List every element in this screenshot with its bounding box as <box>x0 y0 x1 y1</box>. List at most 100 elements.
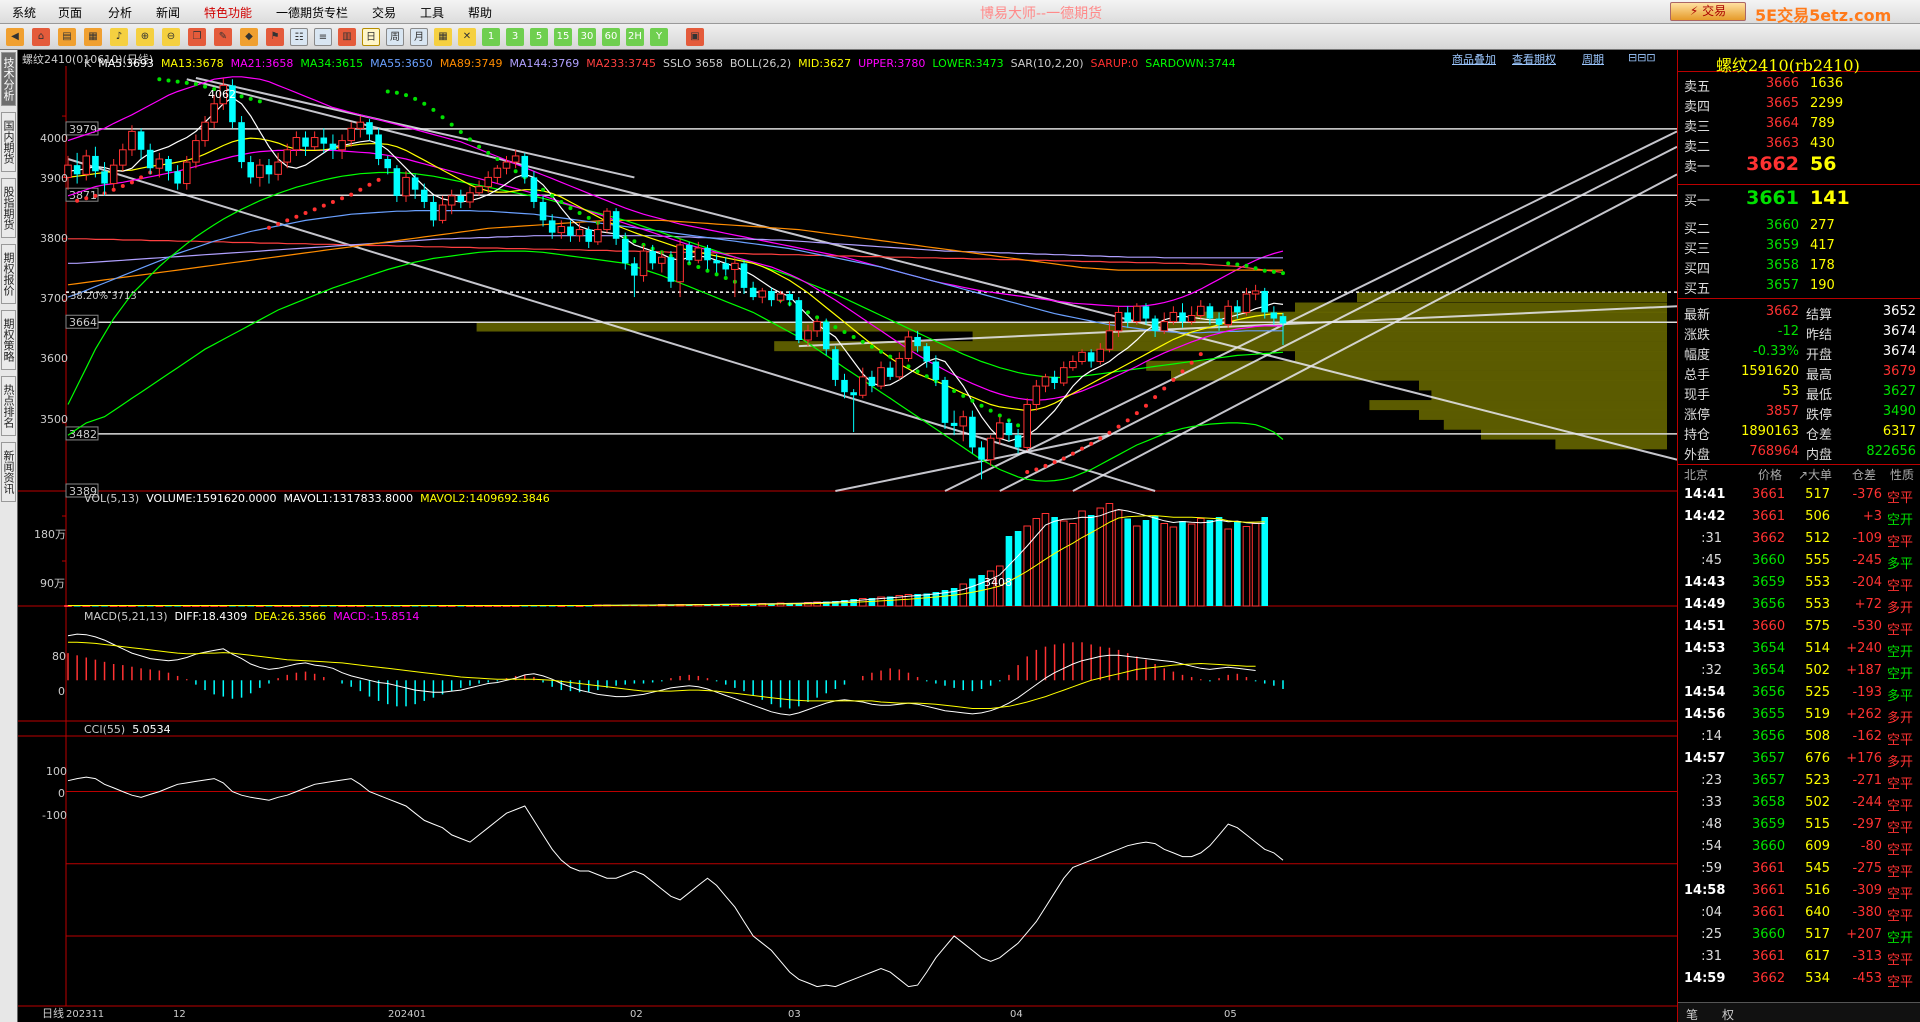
volume-bar <box>1224 528 1232 607</box>
candle-body <box>1179 312 1186 322</box>
sar-up-dot <box>294 214 299 219</box>
tick-row[interactable]: :31 3662 512 -109 空平 <box>1678 528 1920 550</box>
tick-row[interactable]: :31 3661 617 -313 空平 <box>1678 946 1920 968</box>
bid-row[interactable]: 买一 3661 141 <box>1678 187 1920 209</box>
menu-trade[interactable]: 交易 <box>372 4 396 21</box>
chart-icon[interactable]: ▥ <box>338 28 356 46</box>
tab-rights[interactable]: 权 <box>1722 1006 1734 1022</box>
menu-page[interactable]: 页面 <box>58 4 82 21</box>
tab-trades[interactable]: 笔 <box>1686 1006 1698 1022</box>
tab-hot-ranking[interactable]: 热点排名 <box>1 376 16 436</box>
tick-row[interactable]: :48 3659 515 -297 空平 <box>1678 814 1920 836</box>
menu-news[interactable]: 新闻 <box>156 4 180 21</box>
bid-row[interactable]: 买三 3659 417 <box>1678 236 1920 257</box>
period-1min-button[interactable]: 1 <box>482 28 500 46</box>
tick-row[interactable]: :25 3660 517 +207 空开 <box>1678 924 1920 946</box>
trade-button[interactable]: ⚡ 交易 <box>1670 2 1746 21</box>
ask-row[interactable]: 卖一 3662 56 <box>1678 153 1920 175</box>
windows-icon[interactable]: ❐ <box>188 28 206 46</box>
link-view-options[interactable]: 查看期权 <box>1512 51 1556 67</box>
folder-icon[interactable]: ▤ <box>58 28 76 46</box>
zoom-out-icon[interactable]: ⊖ <box>162 28 180 46</box>
tick-row[interactable]: 14:51 3660 575 -530 空平 <box>1678 616 1920 638</box>
kline-chart[interactable]: 39793871366434823389 4000 3900 3800 3700… <box>18 66 1677 1022</box>
bid-row[interactable]: 买二 3660 277 <box>1678 216 1920 237</box>
period-week-button[interactable]: 周 <box>386 28 404 46</box>
tick-row[interactable]: 14:57 3657 676 +176 多开 <box>1678 748 1920 770</box>
menu-special-features[interactable]: 特色功能 <box>204 4 252 21</box>
tick-row[interactable]: 14:59 3662 534 -453 空平 <box>1678 968 1920 990</box>
link-overlay-commodity[interactable]: 商品叠加 <box>1452 51 1496 67</box>
table-icon[interactable]: ☷ <box>290 28 308 46</box>
window-layout-icon[interactable]: ⊟⊟⊡ <box>1628 51 1656 64</box>
tab-technical-analysis[interactable]: 技术分析 <box>1 52 16 106</box>
tick-row[interactable]: 14:53 3654 514 +240 空开 <box>1678 638 1920 660</box>
tick-nature: 空平 <box>1887 865 1914 880</box>
bell-icon[interactable]: ♪ <box>110 28 128 46</box>
back-arrow-icon[interactable]: ◀ <box>6 28 24 46</box>
tick-row[interactable]: :32 3654 502 +187 空开 <box>1678 660 1920 682</box>
home-icon[interactable]: ⌂ <box>32 28 50 46</box>
sar-down-dot <box>440 115 445 120</box>
tick-row[interactable]: :14 3656 508 -162 空平 <box>1678 726 1920 748</box>
menu-yide-column[interactable]: 一德期货专栏 <box>276 4 348 21</box>
sar-down-dot <box>805 310 810 315</box>
tick-price: 3662 <box>1752 531 1786 546</box>
day-period-button[interactable]: 日 <box>362 28 380 46</box>
tick-row[interactable]: :23 3657 523 -271 空平 <box>1678 770 1920 792</box>
ask-row[interactable]: 卖三 3664 789 <box>1678 114 1920 135</box>
bid-row[interactable]: 买五 3657 190 <box>1678 276 1920 297</box>
indicator-value: UPPER:3780 <box>858 57 926 70</box>
period-30min-button[interactable]: 30 <box>578 28 596 46</box>
sar-down-dot <box>924 374 929 379</box>
tick-row[interactable]: 14:41 3661 517 -376 空平 <box>1678 484 1920 506</box>
candle-body <box>585 229 593 242</box>
candle-body <box>274 161 282 175</box>
zoom-in-icon[interactable]: ⊕ <box>136 28 154 46</box>
tick-row[interactable]: 14:58 3661 516 -309 空平 <box>1678 880 1920 902</box>
tick-oi-change: -204 <box>1852 575 1882 590</box>
list-icon[interactable]: ≡ <box>314 28 332 46</box>
tick-row[interactable]: :59 3661 545 -275 空平 <box>1678 858 1920 880</box>
pen-icon[interactable]: ✎ <box>214 28 232 46</box>
sar-down-dot <box>714 272 719 277</box>
tick-row[interactable]: :45 3660 555 -245 多平 <box>1678 550 1920 572</box>
menu-system[interactable]: 系统 <box>12 4 36 21</box>
menu-analysis[interactable]: 分析 <box>108 4 132 21</box>
period-3min-button[interactable]: 3 <box>506 28 524 46</box>
period-2h-button[interactable]: 2H <box>626 28 644 46</box>
menu-help[interactable]: 帮助 <box>468 4 492 21</box>
ask-row[interactable]: 卖二 3663 430 <box>1678 134 1920 155</box>
tick-row[interactable]: 14:56 3655 519 +262 多开 <box>1678 704 1920 726</box>
tick-row[interactable]: :04 3661 640 -380 空平 <box>1678 902 1920 924</box>
period-month-button[interactable]: 月 <box>410 28 428 46</box>
calculator-icon[interactable]: ▣ <box>686 28 704 46</box>
tab-index-futures[interactable]: 股指期货 <box>1 178 16 238</box>
period-60min-button[interactable]: 60 <box>602 28 620 46</box>
ask-row[interactable]: 卖四 3665 2299 <box>1678 94 1920 115</box>
candle-body <box>612 211 620 239</box>
period-15min-button[interactable]: 15 <box>554 28 572 46</box>
alarm-icon[interactable]: ⚑ <box>266 28 284 46</box>
tick-row[interactable]: 14:43 3659 553 -204 空平 <box>1678 572 1920 594</box>
tab-domestic-futures[interactable]: 国内期货 <box>1 112 16 172</box>
layers-icon[interactable]: ▦ <box>84 28 102 46</box>
menu-tools[interactable]: 工具 <box>420 4 444 21</box>
tick-row[interactable]: 14:42 3661 506 +3 空开 <box>1678 506 1920 528</box>
ask-row[interactable]: 卖五 3666 1636 <box>1678 74 1920 95</box>
period-5min-button[interactable]: 5 <box>530 28 548 46</box>
close-box-icon[interactable]: ✕ <box>458 28 476 46</box>
paint-icon[interactable]: ◆ <box>240 28 258 46</box>
tab-option-quotes[interactable]: 期权报价 <box>1 244 16 304</box>
bid-price: 3659 <box>1765 238 1799 253</box>
tab-news[interactable]: 新闻资讯 <box>1 442 16 502</box>
tick-row[interactable]: 14:49 3656 553 +72 多开 <box>1678 594 1920 616</box>
bid-row[interactable]: 买四 3658 178 <box>1678 256 1920 277</box>
tick-row[interactable]: :54 3660 609 -80 空平 <box>1678 836 1920 858</box>
tick-row[interactable]: :33 3658 502 -244 空平 <box>1678 792 1920 814</box>
period-year-button[interactable]: Y <box>650 28 668 46</box>
tick-row[interactable]: 14:54 3656 525 -193 多平 <box>1678 682 1920 704</box>
link-period[interactable]: 周期 <box>1582 51 1604 67</box>
tab-option-strategy[interactable]: 期权策略 <box>1 310 16 370</box>
grid-icon[interactable]: ▦ <box>434 28 452 46</box>
